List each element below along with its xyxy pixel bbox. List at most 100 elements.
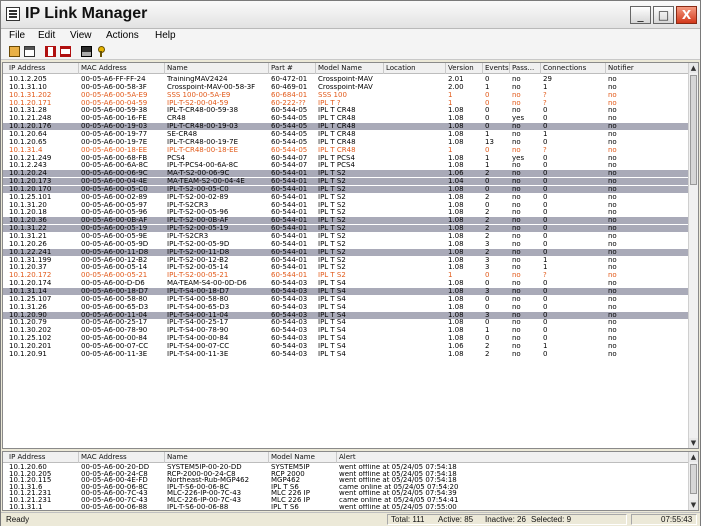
table-row[interactable]: 10.1.20.36 00-05-A6-00-0B-AF IPL-T-S2-00-0… [3, 217, 689, 225]
column-header-ip-address[interactable]: IP Address [7, 63, 79, 74]
table-row[interactable]: 10.1.31.1 00-05-A6-00-06-88 IPL-T-S6-00-06… [3, 504, 689, 510]
table-row[interactable]: 10.1.31.26 00-05-A6-00-65-D3 IPL-T-S4-00-6… [3, 304, 689, 311]
menu-edit[interactable]: Edit [38, 30, 55, 41]
cell-pass: no [512, 130, 521, 138]
scroll-down-icon[interactable]: ▼ [689, 500, 698, 510]
close-button[interactable]: X [676, 6, 697, 24]
scroll-thumb[interactable] [690, 75, 697, 185]
column-header-model-name[interactable]: Model Name [269, 452, 337, 463]
column-header-events[interactable]: Events [483, 63, 510, 74]
table-row[interactable]: 10.1.20.24 00-05-A6-00-06-9C MA-T-S2-00-06… [3, 170, 689, 178]
pin-icon[interactable] [97, 46, 105, 57]
cell-mac-address: 00-05-A6-00-19-7E [81, 138, 148, 146]
column-header-name[interactable]: Name [165, 452, 269, 463]
table-row[interactable]: 10.1.20.37 00-05-A6-00-05-14 IPL-T-S2-00-0… [3, 264, 689, 271]
scroll-up-icon[interactable]: ▲ [689, 63, 698, 73]
table-row[interactable]: 10.1.31.10 00-05-A6-00-58-3F Crosspoint-MA… [3, 84, 689, 91]
column-header-alert[interactable]: Alert [337, 452, 689, 463]
table-row[interactable]: 10.1.31.22 00-05-A6-00-05-19 IPL-T-S2-00-0… [3, 225, 689, 233]
table-row[interactable]: 10.1.20.171 00-05-A6-00-04-59 IPL-T-S2-00-… [3, 100, 689, 107]
table-row[interactable]: 10.1.2.243 00-05-A6-00-6A-8C IPL-T-PCS4-00… [3, 162, 689, 169]
column-header-ip-address[interactable]: IP Address [7, 452, 79, 463]
scroll-thumb[interactable] [690, 464, 697, 494]
cell-part: 60-544-01 [271, 209, 308, 217]
table-row[interactable]: 10.1.25.107 00-05-A6-00-58-80 IPL-T-S4-00-… [3, 296, 689, 303]
table-row[interactable]: 10.1.30.202 00-05-A6-00-78-90 IPL-T-S4-00-… [3, 327, 689, 334]
table-row[interactable]: 10.1.20.90 00-05-A6-00-11-04 IPL-T-S4-00-1… [3, 311, 689, 319]
column-header-name[interactable]: Name [165, 63, 269, 74]
cell-part: 60-544-01 [271, 256, 308, 264]
maximize-button[interactable]: □ [653, 6, 674, 24]
cell-part: 60-544-03 [271, 350, 308, 358]
table-row[interactable]: 10.1.21.249 00-05-A6-00-68-FB PCS4 60-544-0… [3, 155, 689, 162]
menu-view[interactable]: View [70, 30, 92, 41]
table-row[interactable]: 10.1.25.102 00-05-A6-00-00-84 IPL-T-S4-00-… [3, 335, 689, 342]
menu-actions[interactable]: Actions [106, 30, 139, 41]
table-row[interactable]: 10.1.20.26 00-05-A6-00-05-9D IPL-T-S2-00-0… [3, 241, 689, 248]
table-row[interactable]: 10.1.2.205 00-05-A6-FF-FF-24 TrainingMAV24… [3, 76, 689, 83]
network-icon[interactable] [24, 46, 35, 57]
menu-file[interactable]: File [9, 30, 25, 41]
table-row[interactable]: 10.1.22.241 00-05-A6-00-11-D8 IPL-T-S2-00-… [3, 248, 689, 256]
table-row[interactable]: 10.1.31.21 00-05-A6-00-05-9E IPL-T-S2CR3 60… [3, 233, 689, 240]
column-header-connections[interactable]: Connections [541, 63, 606, 74]
cell-name: IPL-T-S2-00-04-59 [167, 99, 229, 107]
table-row[interactable]: 10.1.31.14 00-05-A6-00-18-D7 IPL-T-S4-00-1… [3, 287, 689, 295]
table-row[interactable]: 10.1.20.170 00-05-A6-00-05-C0 IPL-T-S2-00-… [3, 185, 689, 193]
cell-connections: ? [543, 99, 547, 107]
table-row[interactable]: 10.1.20.79 00-05-A6-00-25-17 IPL-T-S4-00-2… [3, 319, 689, 326]
cell-location [384, 257, 446, 264]
column-header-mac-address[interactable]: MAC Address [79, 452, 165, 463]
table-row[interactable]: 10.1.31.20 00-05-A6-00-05-97 IPL-T-S2CR3 60… [3, 202, 689, 209]
table-row[interactable]: 10.1.31.28 00-05-A6-00-59-38 IPL-T-CR48-00… [3, 107, 689, 114]
table-row[interactable]: 10.1.21.248 00-05-A6-00-16-FE CR48 60-544-0… [3, 115, 689, 122]
table-row[interactable]: 10.1.31.199 00-05-A6-00-12-B2 IPL-T-S2-00-… [3, 257, 689, 264]
cell-model-name: IPL T CR48 [318, 107, 356, 115]
cell-part: 60-544-05 [271, 138, 308, 146]
cell-pass: no [512, 209, 521, 217]
table-row[interactable]: 10.1.20.18 00-05-A6-00-05-96 IPL-T-S2-00-0… [3, 209, 689, 216]
cell-name: IPL-T-S4-00-78-90 [167, 327, 229, 335]
column-header-model-name[interactable]: Model Name [316, 63, 384, 74]
column-header-mac-address[interactable]: MAC Address [79, 63, 165, 74]
cell-ip-address: 10.1.20.201 [9, 342, 52, 350]
column-header-location[interactable]: Location [384, 63, 446, 74]
column-header-notifier[interactable]: Notifier [606, 63, 689, 74]
table-row[interactable]: 10.1.20.91 00-05-A6-00-11-3E IPL-T-S4-00-1… [3, 351, 689, 358]
cell-connections: 0 [543, 225, 548, 233]
cell-version: 1.08 [448, 248, 464, 256]
menu-help[interactable]: Help [155, 30, 176, 41]
cell-notifier: no [608, 280, 617, 288]
cell-mac-address: 00-05-A6-00-25-17 [81, 319, 148, 327]
table-row[interactable]: 10.1.31.4 00-05-A6-00-18-EE IPL-T-CR48-00-… [3, 147, 689, 154]
scroll-down-icon[interactable]: ▼ [689, 438, 698, 448]
cell-name: IPL-T-S4-00-11-04 [167, 311, 229, 319]
cell-location [384, 264, 446, 271]
cell-notifier: no [608, 209, 617, 217]
cell-version: 1.08 [448, 209, 464, 217]
cell-ip-address: 10.1.31.21 [9, 233, 47, 240]
table-row[interactable]: 10.1.20.65 00-05-A6-00-19-7E IPL-T-CR48-00… [3, 139, 689, 146]
column-header-version[interactable]: Version [446, 63, 483, 74]
devices-scrollbar[interactable]: ▲ ▼ [688, 63, 698, 448]
scroll-up-icon[interactable]: ▲ [689, 452, 698, 462]
save-icon[interactable] [81, 46, 92, 57]
table-row[interactable]: 10.1.20.172 00-05-A6-00-05-21 IPL-T-S2-00-… [3, 272, 689, 279]
cell-ip-address: 10.1.20.176 [9, 123, 52, 131]
table-row[interactable]: 10.1.20.201 00-05-A6-00-07-CC IPL-T-S4-00-… [3, 343, 689, 350]
column-header-part[interactable]: Part # [269, 63, 316, 74]
rows-icon[interactable] [60, 46, 71, 57]
table-row[interactable]: 10.1.20.176 00-05-A6-00-19-03 IPL-T-CR48-0… [3, 123, 689, 131]
open-icon[interactable] [9, 46, 20, 57]
cell-part: 60-544-01 [271, 248, 308, 256]
table-row[interactable]: 10.1.20.173 00-05-A6-00-04-4E MA-TEAM-S2-0… [3, 178, 689, 186]
alerts-scrollbar[interactable]: ▲ ▼ [688, 452, 698, 510]
column-header-pass[interactable]: Pass... [510, 63, 541, 74]
table-row[interactable]: 10.1.20.64 00-05-A6-00-19-77 SE-CR48 60-544… [3, 131, 689, 138]
minimize-button[interactable]: _ [630, 6, 651, 24]
table-row[interactable]: 10.1.20.174 00-05-A6-00-D-D6 MA-TEAM-S4-00… [3, 280, 689, 287]
table-row[interactable]: 10.1.25.101 00-05-A6-00-02-89 IPL-T-S2-00-… [3, 194, 689, 201]
table-row[interactable]: 10.1.31.202 00-05-A6-00-5A-E9 SSS 100-00-5… [3, 92, 689, 99]
columns-icon[interactable] [45, 46, 56, 57]
cell-name: TrainingMAV2424 [167, 76, 228, 83]
